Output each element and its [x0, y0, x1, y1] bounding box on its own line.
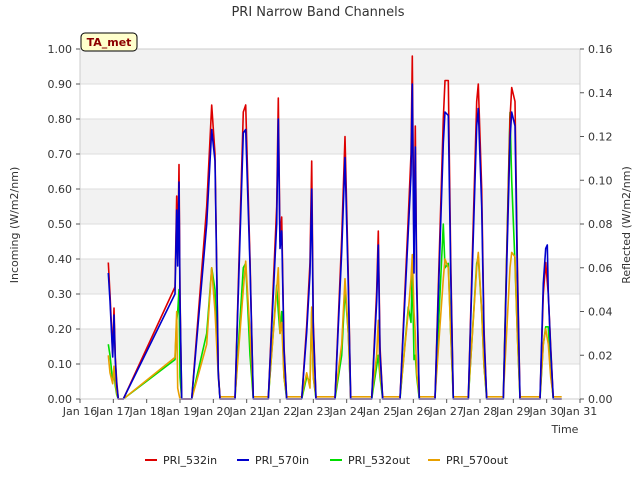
legend-label: PRI_532in [163, 454, 217, 467]
y-left-tick-label: 0.90 [48, 78, 73, 91]
y-left-axis-ticks: 0.00 0.10 0.20 0.30 0.40 0.50 0.60 0.70 0.80 0.90… [48, 43, 80, 406]
grid-band [80, 49, 580, 84]
y-left-tick-label: 0.00 [48, 393, 73, 406]
y-right-tick-label: 0.14 [588, 87, 613, 100]
x-tick-label: Jan 23 [295, 405, 330, 418]
x-axis-label: Time [551, 423, 579, 436]
y-right-tick-label: 0.08 [588, 218, 613, 231]
legend-label: PRI_570in [255, 454, 309, 467]
y-right-tick-label: 0.02 [588, 349, 613, 362]
x-tick-label: Jan 27 [428, 405, 463, 418]
y-left-tick-label: 0.60 [48, 183, 73, 196]
pri-chart: Jan 16Jan 17Jan 18Jan 19Jan 20Jan 21Jan … [8, 5, 633, 467]
x-tick-label: Jan 26 [395, 405, 430, 418]
y-right-axis-ticks: 0.00 0.02 0.04 0.06 0.08 0.10 0.12 0.14 0.16 [580, 43, 613, 406]
grid-band [80, 119, 580, 154]
x-tick-label: Jan 16 [62, 405, 97, 418]
x-tick-label: Jan 21 [228, 405, 263, 418]
y-left-tick-label: 0.20 [48, 323, 73, 336]
y-left-tick-label: 0.70 [48, 148, 73, 161]
grid-band [80, 259, 580, 294]
y-left-tick-label: 0.40 [48, 253, 73, 266]
legend-label: PRI_570out [446, 454, 509, 467]
y-right-tick-label: 0.00 [588, 393, 613, 406]
y-right-tick-label: 0.12 [588, 131, 613, 144]
y-left-tick-label: 0.50 [48, 218, 73, 231]
legend-label: PRI_532out [348, 454, 411, 467]
y-left-axis-label: Incoming (W/m2/nm) [8, 167, 21, 284]
chart-title: PRI Narrow Band Channels [231, 5, 404, 20]
x-tick-label: Jan 18 [128, 405, 163, 418]
y-left-tick-label: 0.10 [48, 358, 73, 371]
x-tick-label: Jan 31 [562, 405, 597, 418]
x-tick-label: Jan 22 [262, 405, 297, 418]
y-left-tick-label: 0.30 [48, 288, 73, 301]
x-tick-label: Jan 17 [95, 405, 130, 418]
x-tick-label: Jan 20 [195, 405, 230, 418]
legend: PRI_532in PRI_570in PRI_532out PRI_570out [145, 454, 509, 467]
y-right-tick-label: 0.04 [588, 306, 613, 319]
y-right-axis-label: Reflected (W/m2/nm) [620, 166, 633, 284]
grid-band [80, 189, 580, 224]
y-right-tick-label: 0.16 [588, 43, 613, 56]
y-right-tick-label: 0.10 [588, 174, 613, 187]
x-axis-ticks: Jan 16Jan 17Jan 18Jan 19Jan 20Jan 21Jan … [62, 399, 597, 418]
badge-label: TA_met [87, 36, 132, 49]
ta-met-badge: TA_met [80, 32, 138, 52]
x-tick-label: Jan 25 [362, 405, 397, 418]
y-right-tick-label: 0.06 [588, 262, 613, 275]
x-tick-label: Jan 24 [328, 405, 363, 418]
x-tick-label: Jan 19 [162, 405, 197, 418]
x-tick-label: Jan 28 [462, 405, 497, 418]
y-left-tick-label: 0.80 [48, 113, 73, 126]
y-left-tick-label: 1.00 [48, 43, 73, 56]
x-tick-label: Jan 29 [495, 405, 530, 418]
x-tick-label: Jan 30 [528, 405, 563, 418]
